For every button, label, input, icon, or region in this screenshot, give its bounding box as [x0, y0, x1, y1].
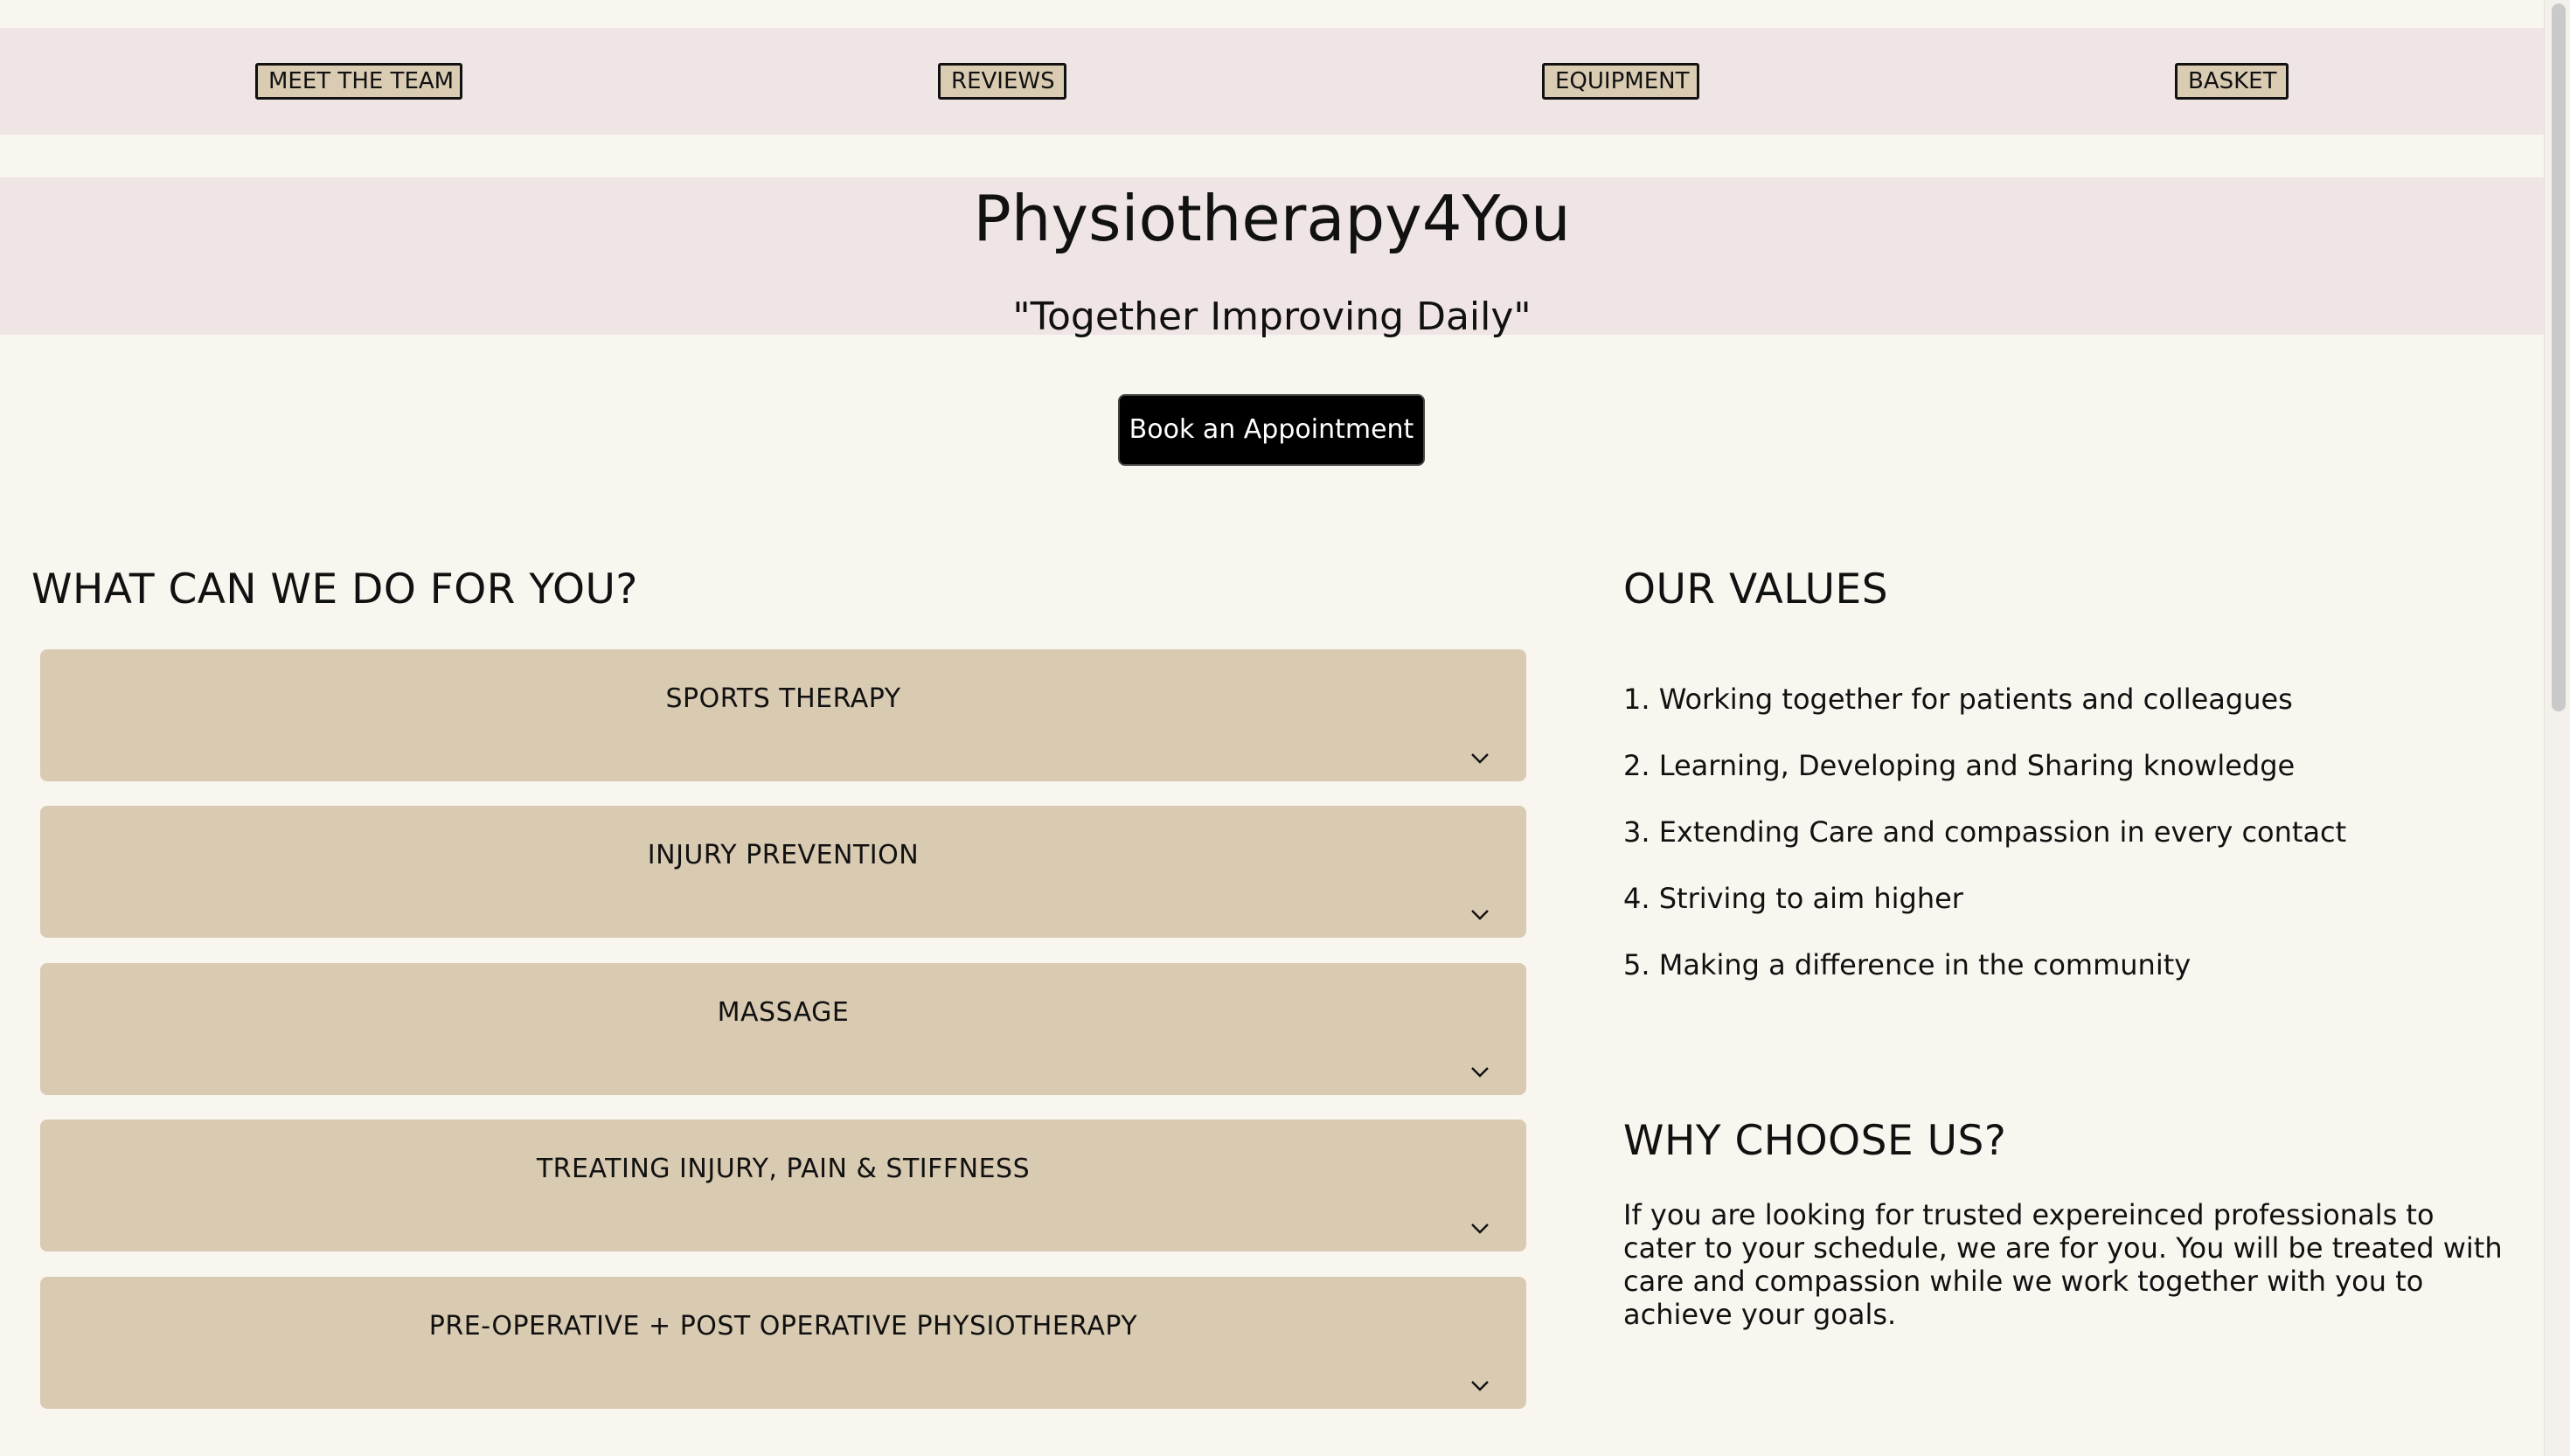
- value-item: 1. Working together for patients and col…: [1623, 683, 2293, 716]
- values-heading: OUR VALUES: [1623, 565, 1889, 614]
- chevron-down-icon: [1471, 910, 1489, 920]
- accordion-label: SPORTS THERAPY: [665, 683, 901, 714]
- accordion-label: TREATING INJURY, PAIN & STIFFNESS: [536, 1154, 1031, 1184]
- why-text: If you are looking for trusted expereinc…: [1623, 1198, 2503, 1331]
- nav-reviews-button[interactable]: REVIEWS: [938, 63, 1066, 100]
- value-item: 5. Making a difference in the community: [1623, 948, 2191, 981]
- why-heading: WHY CHOOSE US?: [1623, 1117, 2007, 1165]
- chevron-down-icon: [1471, 753, 1489, 764]
- site-title: Physiotherapy4You: [973, 182, 1571, 255]
- accordion-pre-post-operative[interactable]: PRE-OPERATIVE + POST OPERATIVE PHYSIOTHE…: [40, 1277, 1526, 1409]
- value-item: 4. Striving to aim higher: [1623, 882, 1963, 915]
- top-nav: MEET THE TEAM REVIEWS EQUIPMENT BASKET: [0, 28, 2544, 135]
- book-appointment-button[interactable]: Book an Appointment: [1118, 394, 1425, 466]
- scrollbar-thumb[interactable]: [2552, 3, 2566, 711]
- services-heading: WHAT CAN WE DO FOR YOU?: [31, 565, 638, 614]
- accordion-label: PRE-OPERATIVE + POST OPERATIVE PHYSIOTHE…: [428, 1311, 1138, 1342]
- accordion-injury-prevention[interactable]: INJURY PREVENTION: [40, 806, 1526, 938]
- chevron-down-icon: [1471, 1381, 1489, 1391]
- hero-banner: Physiotherapy4You "Together Improving Da…: [0, 177, 2544, 339]
- nav-basket-button[interactable]: BASKET: [2175, 63, 2289, 100]
- value-item: 3. Extending Care and compassion in ever…: [1623, 815, 2347, 849]
- value-item: 2. Learning, Developing and Sharing know…: [1623, 749, 2296, 782]
- site-tagline: "Together Improving Daily": [1012, 295, 1532, 339]
- nav-equipment-button[interactable]: EQUIPMENT: [1542, 63, 1699, 100]
- chevron-down-icon: [1471, 1224, 1489, 1234]
- accordion-massage[interactable]: MASSAGE: [40, 963, 1526, 1095]
- page: MEET THE TEAM REVIEWS EQUIPMENT BASKET P…: [0, 0, 2544, 1456]
- nav-meet-the-team-button[interactable]: MEET THE TEAM: [255, 63, 462, 100]
- accordion-treating-injury[interactable]: TREATING INJURY, PAIN & STIFFNESS: [40, 1120, 1526, 1251]
- chevron-down-icon: [1471, 1067, 1489, 1078]
- vertical-scrollbar[interactable]: [2544, 0, 2570, 1456]
- accordion-label: INJURY PREVENTION: [647, 840, 920, 870]
- accordion-sports-therapy[interactable]: SPORTS THERAPY: [40, 649, 1526, 781]
- accordion-label: MASSAGE: [717, 997, 850, 1028]
